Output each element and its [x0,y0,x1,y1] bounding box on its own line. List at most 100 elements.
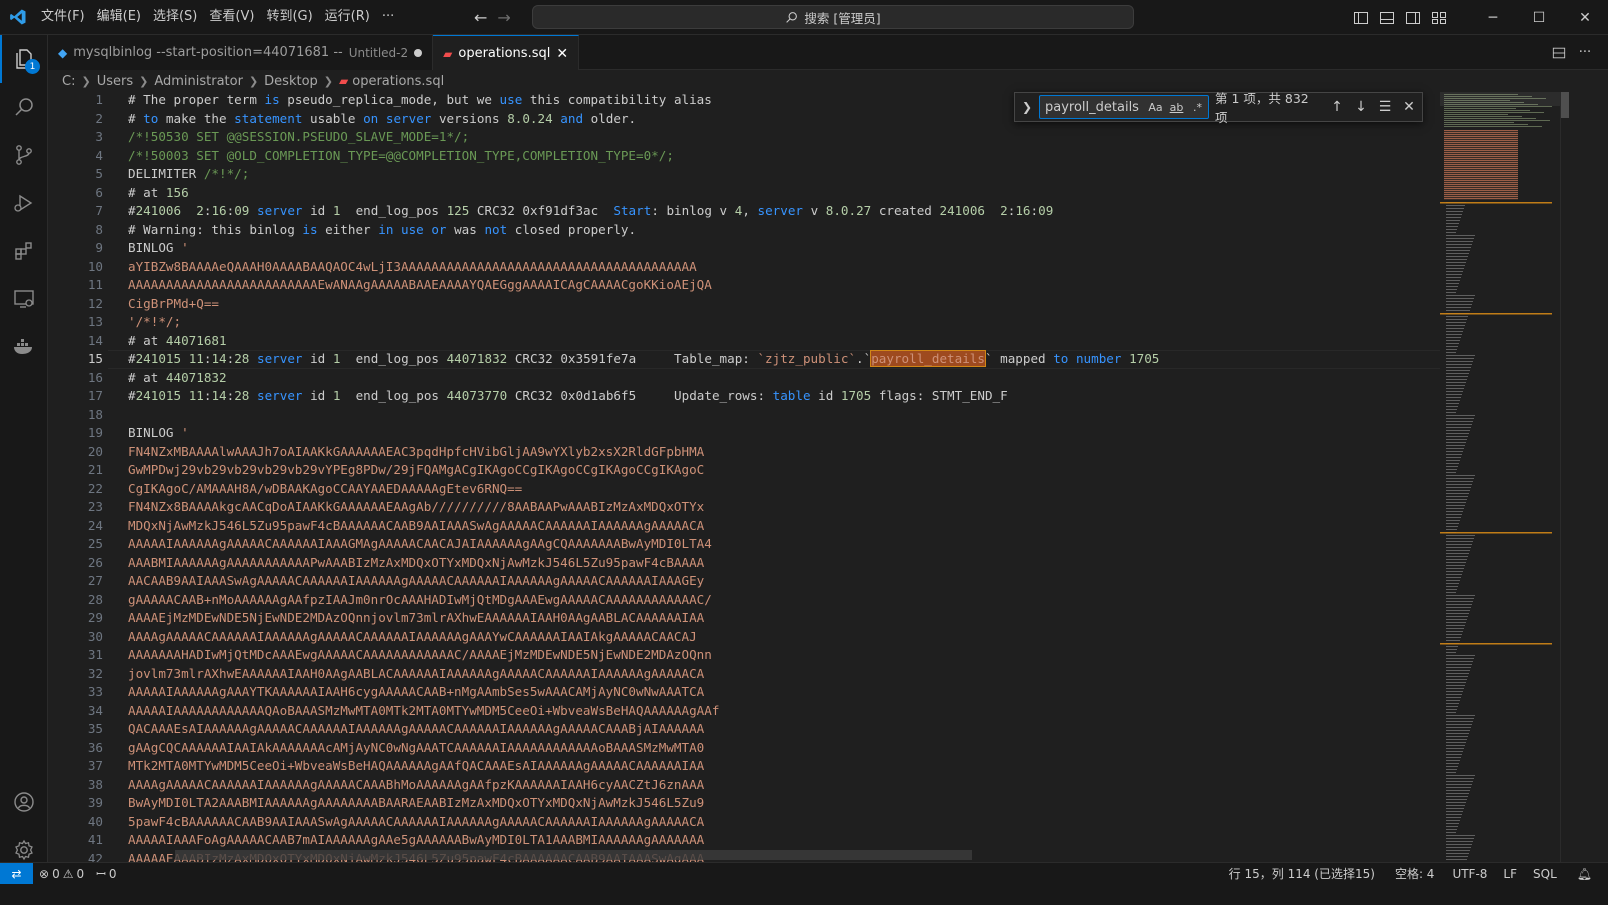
code-line[interactable]: 34 AAAAAIAAAAAAAAAAAAQAoBAAASMzMwMTA0MTk2… [48,702,1440,721]
minimap-viewport[interactable] [1440,92,1560,106]
maximize-icon[interactable]: ☐ [1516,0,1562,35]
code-line[interactable]: 27 AACAAB9AAIAAASwAgAAAAACAAAAAAIAAAAAAgA… [48,572,1440,591]
code-line[interactable]: 11 AAAAAAAAAAAAAAAAAAAAAAAAAEwANAAgAAAAAB… [48,276,1440,295]
indentation[interactable]: 空格: 4 [1389,865,1441,882]
docker-icon[interactable] [0,323,48,371]
code-line[interactable]: 36 gAAgCQCAAAAAAIAAIAkAAAAAAAcAMjAyNC0wNg… [48,739,1440,758]
more-actions-icon[interactable]: ··· [1574,45,1596,60]
unsaved-dot-icon[interactable] [414,48,423,57]
minimap[interactable] [1440,92,1560,862]
cursor-position[interactable]: 行 15，列 114 (已选择15) [1223,865,1381,882]
scrollbar-thumb[interactable] [1561,92,1569,118]
code-line[interactable]: 39 BwAyMDI0LTA2AAABMIAAAAAAgAAAAAAAABAARA… [48,794,1440,813]
menu-go[interactable]: 转到(G) [260,6,318,28]
notifications-bell-icon[interactable]: 🔔︎ [1571,867,1598,881]
vertical-scrollbar[interactable] [1560,92,1569,862]
run-debug-icon[interactable] [0,179,48,227]
code-editor[interactable]: 1 # The proper term is pseudo_replica_mod… [48,92,1440,862]
explorer-icon[interactable]: 1 [0,35,48,83]
find-in-selection-icon[interactable]: ☰ [1373,99,1397,115]
breadcrumb-item[interactable]: Users [97,74,133,89]
extensions-icon[interactable] [0,227,48,275]
code-line[interactable]: 32 jovlm73mlrAXhwEAAAAAAIAAH0AAgAABLACAAA… [48,665,1440,684]
code-line[interactable]: 8 # Warning: this binlog is either in use… [48,221,1440,240]
tab-operations-sql[interactable]: ▰ operations.sql ✕ [433,35,580,71]
code-line[interactable]: 41 AAAAAIAAAFoAgAAAAACAAB7mAIAAAAAAgAAe5g… [48,831,1440,850]
code-line[interactable]: 16 # at 44071832 [48,369,1440,388]
code-line[interactable]: 22 CgIKAgoC/AMAAAH8A/wDBAAKAgoCCAAYAAEDAA… [48,480,1440,499]
find-input[interactable]: payroll_details Aa ab .* [1039,95,1209,119]
code-line[interactable]: 35 QACAAAEsAIAAAAAAgAAAAACAAAAAAIAAAAAAgA… [48,720,1440,739]
next-match-icon[interactable]: ↓ [1349,99,1373,115]
code-line[interactable]: 37 MTk2MTA0MTYwMDM5CeeOi+WbveaWsBeHAQAAAA… [48,757,1440,776]
search-view-icon[interactable] [0,83,48,131]
code-line[interactable]: 19 BINLOG ' [48,424,1440,443]
tab-untitled-2[interactable]: ◆ mysqlbinlog --start-position=44071681 … [48,35,434,70]
ports-indicator[interactable]: ꟷ 0 [90,865,122,882]
close-window-icon[interactable]: ✕ [1562,0,1608,35]
code-line[interactable]: 18 [48,406,1440,425]
code-line[interactable]: 38 AAAAgAAAAACAAAAAAIAAAAAAgAAAAACAAABhMo… [48,776,1440,795]
code-line[interactable]: 13 '/*!*/; [48,313,1440,332]
menu-more[interactable]: ··· [376,6,400,28]
code-line[interactable]: 40 5pawF4cBAAAAAACAAB9AAIAAASwAgAAAAACAAA… [48,813,1440,832]
code-line[interactable]: 3 /*!50530 SET @@SESSION.PSEUDO_SLAVE_MOD… [48,128,1440,147]
toggle-panel-icon[interactable] [1374,0,1400,35]
minimap-line [1446,424,1472,425]
breadcrumb-item[interactable]: C: [62,74,75,89]
close-find-icon[interactable]: ✕ [1397,99,1421,115]
code-line[interactable]: 4 /*!50003 SET @OLD_COMPLETION_TYPE=@@COM… [48,147,1440,166]
code-line[interactable]: 25 AAAAAIAAAAAAgAAAAACAAAAAAIAAAGMAgAAAAA… [48,535,1440,554]
menu-view[interactable]: 查看(V) [203,6,260,28]
code-line[interactable]: 5 DELIMITER /*!*/; [48,165,1440,184]
previous-match-icon[interactable]: ↑ [1325,99,1349,115]
toggle-secondary-sidebar-icon[interactable] [1400,0,1426,35]
back-arrow-icon[interactable]: ← [474,8,487,27]
accounts-icon[interactable] [0,778,48,826]
encoding[interactable]: UTF-8 [1446,867,1493,881]
breadcrumb-item[interactable]: Administrator [154,74,243,89]
code-line[interactable]: 30 AAAAgAAAAACAAAAAAIAAAAAAgAAAAACAAAAAAI… [48,628,1440,647]
menu-selection[interactable]: 选择(S) [147,6,203,28]
code-line[interactable]: 17 #241015 11:14:28 server id 1 end_log_p… [48,387,1440,406]
source-control-icon[interactable] [0,131,48,179]
command-center-search[interactable]: 搜索 [管理员] [532,5,1134,29]
forward-arrow-icon[interactable]: → [497,8,510,27]
remote-explorer-icon[interactable] [0,275,48,323]
language-mode[interactable]: SQL [1527,867,1563,881]
code-line[interactable]: 14 # at 44071681 [48,332,1440,351]
code-line[interactable]: 6 # at 156 [48,184,1440,203]
problems-indicator[interactable]: ⊗ 0 ⚠ 0 [33,867,90,881]
regex-toggle[interactable]: .* [1187,101,1208,114]
breadcrumb-item[interactable]: operations.sql [352,74,444,89]
horizontal-scrollbar[interactable] [175,850,972,860]
toggle-primary-sidebar-icon[interactable] [1348,0,1374,35]
code-line[interactable]: 28 gAAAAACAAB+nMoAAAAAAgAAfpzIAAJm0nrOcAA… [48,591,1440,610]
match-case-toggle[interactable]: Aa [1145,101,1166,114]
code-line[interactable]: 33 AAAAAIAAAAAAgAAAYTKAAAAAAIAAH6cygAAAAA… [48,683,1440,702]
code-line[interactable]: 15 #241015 11:14:28 server id 1 end_log_p… [48,350,1440,369]
code-line[interactable]: 24 MDQxNjAwMzkJ546L5Zu95pawF4cBAAAAAACAAB… [48,517,1440,536]
code-line[interactable]: 9 BINLOG ' [48,239,1440,258]
menu-edit[interactable]: 编辑(E) [91,6,147,28]
whole-word-toggle[interactable]: ab [1166,101,1187,114]
code-line[interactable]: 31 AAAAAAAHADIwMjQtMDcAAAEwgAAAAACAAAAAAA… [48,646,1440,665]
code-line[interactable]: 26 AAABMIAAAAAAgAAAAAAAAAAAPwAAABIzMzAxMD… [48,554,1440,573]
code-line[interactable]: 12 CigBrPMd+Q== [48,295,1440,314]
split-editor-icon[interactable] [1548,46,1570,60]
end-of-line[interactable]: LF [1497,867,1523,881]
remote-indicator-icon[interactable]: ⇄ [0,862,33,885]
minimize-icon[interactable]: ─ [1470,0,1516,35]
code-line[interactable]: 7 #241006 2:16:09 server id 1 end_log_pos… [48,202,1440,221]
code-line[interactable]: 20 FN4NZxMBAAAAlwAAAJh7oAIAAKkGAAAAAAEAC3… [48,443,1440,462]
toggle-replace-chevron-icon[interactable]: ❯ [1019,100,1035,114]
menu-run[interactable]: 运行(R) [319,6,376,28]
customize-layout-icon[interactable] [1426,0,1452,35]
breadcrumb-item[interactable]: Desktop [264,74,318,89]
code-line[interactable]: 10 aYIBZw8BAAAAeQAAAH0AAAABAAQAOC4wLjI3AA… [48,258,1440,277]
code-line[interactable]: 23 FN4NZx8BAAAAkgcAACqDoAIAAKkGAAAAAAEAAg… [48,498,1440,517]
code-line[interactable]: 21 GwMPDwj29vb29vb29vb29vb29vYPEg8PDw/29j… [48,461,1440,480]
code-line[interactable]: 29 AAAAEjMzMDEwNDE5NjEwNDE2MDAzOQnnjovlm7… [48,609,1440,628]
close-tab-icon[interactable]: ✕ [556,46,568,62]
menu-file[interactable]: 文件(F) [35,6,91,28]
